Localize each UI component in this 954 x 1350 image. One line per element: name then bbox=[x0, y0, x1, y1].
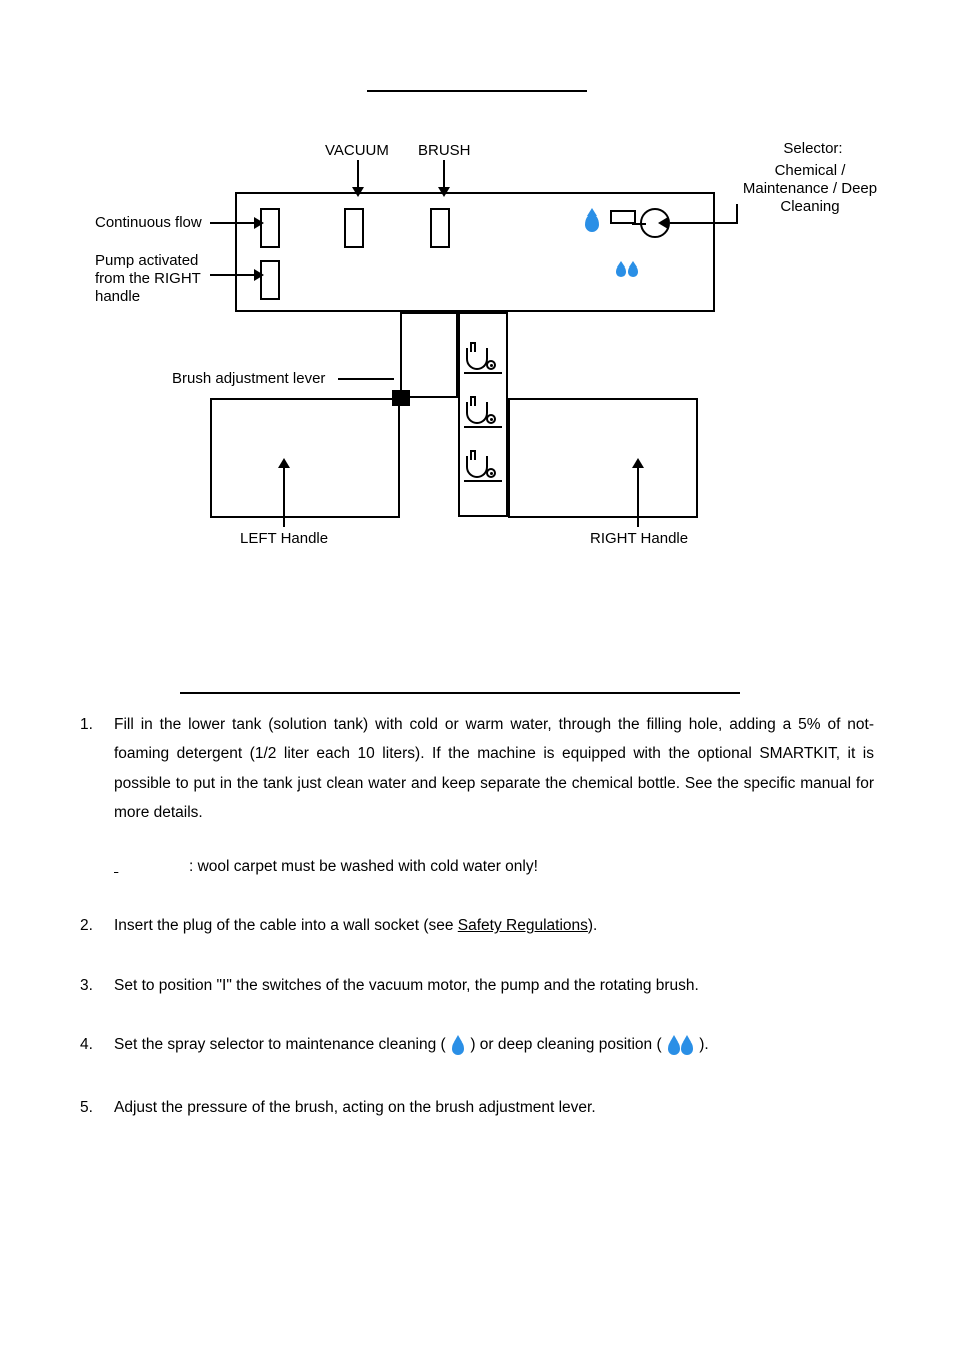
pump-activated-label: Pump activated from the RIGHT handle bbox=[95, 252, 225, 306]
safety-regulations-link[interactable]: Safety Regulations bbox=[458, 917, 588, 934]
step-text-part: ). bbox=[699, 1036, 708, 1053]
warning-leader bbox=[114, 852, 189, 881]
leader-line bbox=[210, 222, 258, 224]
arrow-right-icon bbox=[254, 217, 264, 229]
page: VACUUM BRUSH Continuous flow Pump activa… bbox=[0, 0, 954, 1350]
maint-drop-icon bbox=[452, 1033, 464, 1062]
selector-sub-label: Chemical / Maintenance / Deep Cleaning bbox=[740, 162, 880, 216]
step-text-part: Set the spray selector to maintenance cl… bbox=[114, 1036, 450, 1053]
step-text: Fill in the lower tank (solution tank) w… bbox=[114, 710, 874, 828]
leader-line bbox=[338, 378, 394, 380]
brush-label: BRUSH bbox=[418, 142, 471, 160]
selector-title-label: Selector: bbox=[758, 140, 868, 158]
step-number: 2. bbox=[80, 911, 93, 940]
brush-switch bbox=[430, 208, 450, 248]
lever-block-icon bbox=[392, 390, 410, 406]
step-3: 3. Set to position "I" the switches of t… bbox=[80, 971, 874, 1000]
maint-drop-icon bbox=[585, 214, 599, 232]
instructions-section: 1. Fill in the lower tank (solution tank… bbox=[80, 692, 874, 1122]
vacuum-switch bbox=[344, 208, 364, 248]
step-text-part: ). bbox=[588, 917, 597, 934]
section-divider bbox=[180, 692, 740, 694]
step-1: 1. Fill in the lower tank (solution tank… bbox=[80, 710, 874, 881]
step-number: 3. bbox=[80, 971, 93, 1000]
arrow-up-icon bbox=[278, 458, 290, 527]
warning-text: : wool carpet must be washed with cold w… bbox=[189, 858, 538, 875]
column-box bbox=[400, 312, 458, 398]
left-handle-label: LEFT Handle bbox=[240, 530, 328, 548]
step-text: Set to position "I" the switches of the … bbox=[114, 977, 699, 994]
vacuum-label: VACUUM bbox=[325, 142, 389, 160]
step-text: Adjust the pressure of the brush, acting… bbox=[114, 1099, 596, 1116]
arrow-left-icon bbox=[658, 217, 668, 229]
step-4: 4. Set the spray selector to maintenance… bbox=[80, 1030, 874, 1062]
arrow-up-icon bbox=[632, 458, 644, 527]
brush-lever-label: Brush adjustment lever bbox=[172, 370, 325, 388]
deep-drops-icon bbox=[616, 264, 638, 281]
step-number: 1. bbox=[80, 710, 93, 739]
step-text-part: Insert the plug of the cable into a wall… bbox=[114, 917, 458, 934]
machine-diagram: VACUUM BRUSH Continuous flow Pump activa… bbox=[80, 132, 840, 582]
arrow-down-icon bbox=[352, 160, 364, 197]
step-text-part: ) or deep cleaning position ( bbox=[470, 1036, 666, 1053]
arrow-right-icon bbox=[254, 269, 264, 281]
step-number: 4. bbox=[80, 1030, 93, 1059]
step-number: 5. bbox=[80, 1093, 93, 1122]
left-handle-box bbox=[210, 398, 400, 518]
step-warning: : wool carpet must be washed with cold w… bbox=[114, 852, 874, 881]
step-2: 2. Insert the plug of the cable into a w… bbox=[80, 911, 874, 940]
deep-drops-icon bbox=[668, 1033, 693, 1062]
continuous-flow-label: Continuous flow bbox=[95, 214, 202, 232]
step-5: 5. Adjust the pressure of the brush, act… bbox=[80, 1093, 874, 1122]
right-handle-box bbox=[508, 398, 698, 518]
leader-line bbox=[670, 222, 738, 224]
right-handle-label: RIGHT Handle bbox=[590, 530, 688, 548]
leader-line bbox=[736, 204, 738, 224]
leader-line bbox=[210, 274, 258, 276]
instructions-list: 1. Fill in the lower tank (solution tank… bbox=[80, 710, 874, 1122]
section-divider-top bbox=[367, 90, 587, 92]
arrow-down-icon bbox=[438, 160, 450, 197]
selector-rect-icon bbox=[610, 210, 636, 224]
